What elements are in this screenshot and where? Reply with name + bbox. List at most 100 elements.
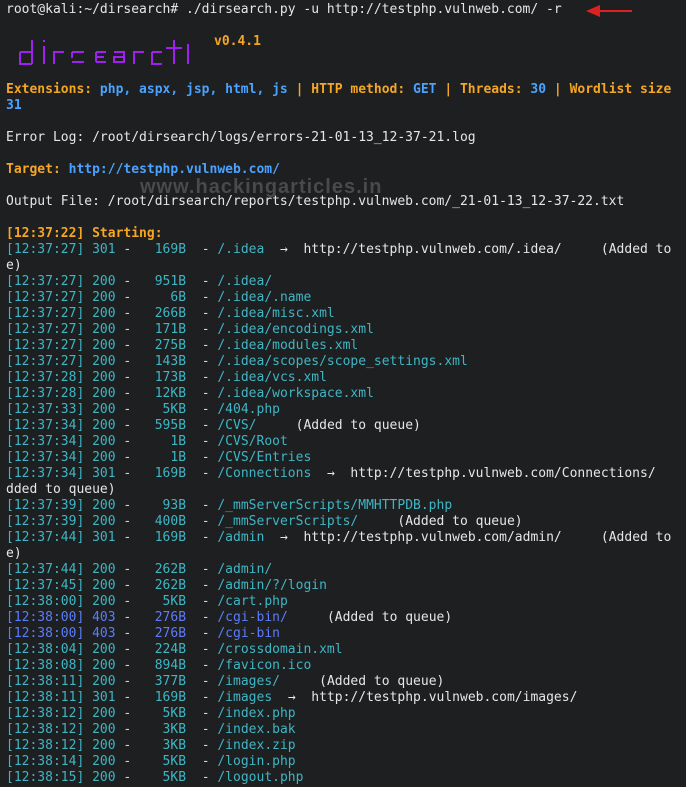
result-status-code: 200: [92, 722, 116, 737]
result-path: /.idea/encodings.xml: [217, 322, 374, 337]
result-size: 143B: [146, 354, 187, 369]
result-row: [12:37:44] 301 - 169B - /admin → http://…: [6, 530, 672, 545]
error-log-line: Error Log: /root/dirsearch/logs/errors-2…: [6, 130, 476, 145]
queue-note: (Added to queue): [326, 610, 453, 625]
result-status-code: 200: [92, 290, 116, 305]
result-row: [12:37:27] 200 - 275B - /.idea/modules.x…: [6, 338, 359, 353]
redirect-url: http://testphp.vulnweb.com/admin/: [303, 530, 562, 545]
red-arrow-icon: [586, 5, 632, 17]
wordlist-value: 31: [6, 98, 22, 113]
threads-value: 30: [530, 82, 547, 97]
result-status-code: 403: [92, 610, 116, 625]
redirect-url: http://testphp.vulnweb.com/.idea/: [303, 242, 562, 257]
redirect-url: http://testphp.vulnweb.com/images/: [311, 690, 578, 705]
result-size: 169B: [146, 242, 187, 257]
result-status-code: 200: [92, 658, 116, 673]
result-row: [12:38:12] 200 - 3KB - /index.zip: [6, 738, 296, 753]
result-status-code: 200: [92, 274, 116, 289]
result-size: 12KB: [146, 386, 187, 401]
result-row: [12:38:11] 301 - 169B - /images → http:/…: [6, 690, 578, 705]
result-path: /.idea: [217, 242, 265, 257]
result-row: [12:37:44] 200 - 262B - /admin/: [6, 562, 273, 577]
result-status-code: 200: [92, 434, 116, 449]
result-status-code: 200: [92, 770, 116, 785]
result-row: [12:38:12] 200 - 3KB - /index.bak: [6, 722, 296, 737]
result-row: [12:38:15] 200 - 5KB - /logout.php: [6, 770, 304, 785]
result-status-code: 200: [92, 578, 116, 593]
result-time: [12:37:39]: [6, 514, 85, 529]
result-size: 169B: [146, 690, 187, 705]
result-time: [12:37:27]: [6, 322, 85, 337]
result-row: [12:37:34] 200 - 595B - /CVS/ (Added to …: [6, 418, 421, 433]
result-row: [12:37:34] 200 - 1B - /CVS/Root: [6, 434, 288, 449]
result-time: [12:37:44]: [6, 530, 85, 545]
redirect-arrow-icon: →: [279, 530, 288, 545]
result-status-code: 200: [92, 674, 116, 689]
result-path: /images/: [217, 674, 280, 689]
wrapped-continuation: e): [6, 258, 22, 273]
result-status-code: 200: [92, 306, 116, 321]
result-size: 169B: [146, 466, 187, 481]
result-time: [12:37:28]: [6, 386, 85, 401]
result-status-code: 200: [92, 402, 116, 417]
result-row: [12:37:33] 200 - 5KB - /404.php: [6, 402, 280, 417]
result-path: /CVS/: [217, 418, 257, 433]
output-file-line: Output File: /root/dirsearch/reports/tes…: [6, 194, 625, 209]
command-text: ./dirsearch.py -u http://testphp.vulnweb…: [178, 2, 562, 17]
result-time: [12:37:27]: [6, 306, 85, 321]
result-path: /index.bak: [217, 722, 296, 737]
result-status-code: 200: [92, 386, 116, 401]
result-time: [12:37:34]: [6, 418, 85, 433]
result-time: [12:37:27]: [6, 274, 85, 289]
result-row: [12:37:34] 200 - 1B - /CVS/Entries: [6, 450, 312, 465]
result-path: /CVS/Root: [217, 434, 288, 449]
result-time: [12:37:33]: [6, 402, 85, 417]
dirsearch-logo: [19, 40, 189, 65]
result-size: 6B: [146, 290, 187, 305]
result-path: /crossdomain.xml: [217, 642, 343, 657]
result-path: /.idea/scopes/scope_settings.xml: [217, 354, 468, 369]
result-size: 276B: [146, 610, 187, 625]
redirect-arrow-icon: →: [287, 690, 296, 705]
result-size: 173B: [146, 370, 187, 385]
result-path: /index.zip: [217, 738, 296, 753]
result-row: [12:37:34] 301 - 169B - /Connections → h…: [6, 466, 656, 481]
result-time: [12:38:04]: [6, 642, 85, 657]
result-size: 5KB: [146, 770, 187, 785]
result-row: [12:37:28] 200 - 173B - /.idea/vcs.xml: [6, 370, 327, 385]
result-row: [12:38:11] 200 - 377B - /images/ (Added …: [6, 674, 445, 689]
method-value: GET: [413, 82, 437, 97]
terminal-window[interactable]: root@kali:~/dirsearch# ./dirsearch.py -u…: [0, 0, 686, 787]
result-time: [12:37:44]: [6, 562, 85, 577]
result-path: /.idea/: [217, 274, 273, 289]
result-path: /admin/: [217, 562, 273, 577]
result-size: 276B: [146, 626, 187, 641]
result-time: [12:38:00]: [6, 594, 85, 609]
result-status-code: 200: [92, 418, 116, 433]
result-row: [12:37:27] 200 - 143B - /.idea/scopes/sc…: [6, 354, 468, 369]
result-time: [12:37:27]: [6, 338, 85, 353]
result-path: /cart.php: [217, 594, 288, 609]
result-path: /404.php: [217, 402, 280, 417]
result-status-code: 301: [92, 466, 116, 481]
result-row: [12:38:08] 200 - 894B - /favicon.ico: [6, 658, 312, 673]
result-size: 169B: [146, 530, 187, 545]
result-path: /.idea/vcs.xml: [217, 370, 327, 385]
result-time: [12:38:12]: [6, 722, 85, 737]
result-status-code: 301: [92, 530, 116, 545]
result-status-code: 200: [92, 322, 116, 337]
result-size: 894B: [146, 658, 187, 673]
result-time: [12:37:28]: [6, 370, 85, 385]
result-size: 275B: [146, 338, 187, 353]
result-status-code: 200: [92, 754, 116, 769]
result-size: 224B: [146, 642, 187, 657]
result-row: [12:37:27] 200 - 266B - /.idea/misc.xml: [6, 306, 335, 321]
result-time: [12:37:27]: [6, 242, 85, 257]
result-path: /cgi-bin: [217, 626, 280, 641]
target-label: Target:: [6, 162, 61, 177]
result-status-code: 200: [92, 514, 116, 529]
result-path: /admin: [217, 530, 265, 545]
result-status-code: 200: [92, 594, 116, 609]
result-size: 377B: [146, 674, 187, 689]
result-path: /index.php: [217, 706, 296, 721]
